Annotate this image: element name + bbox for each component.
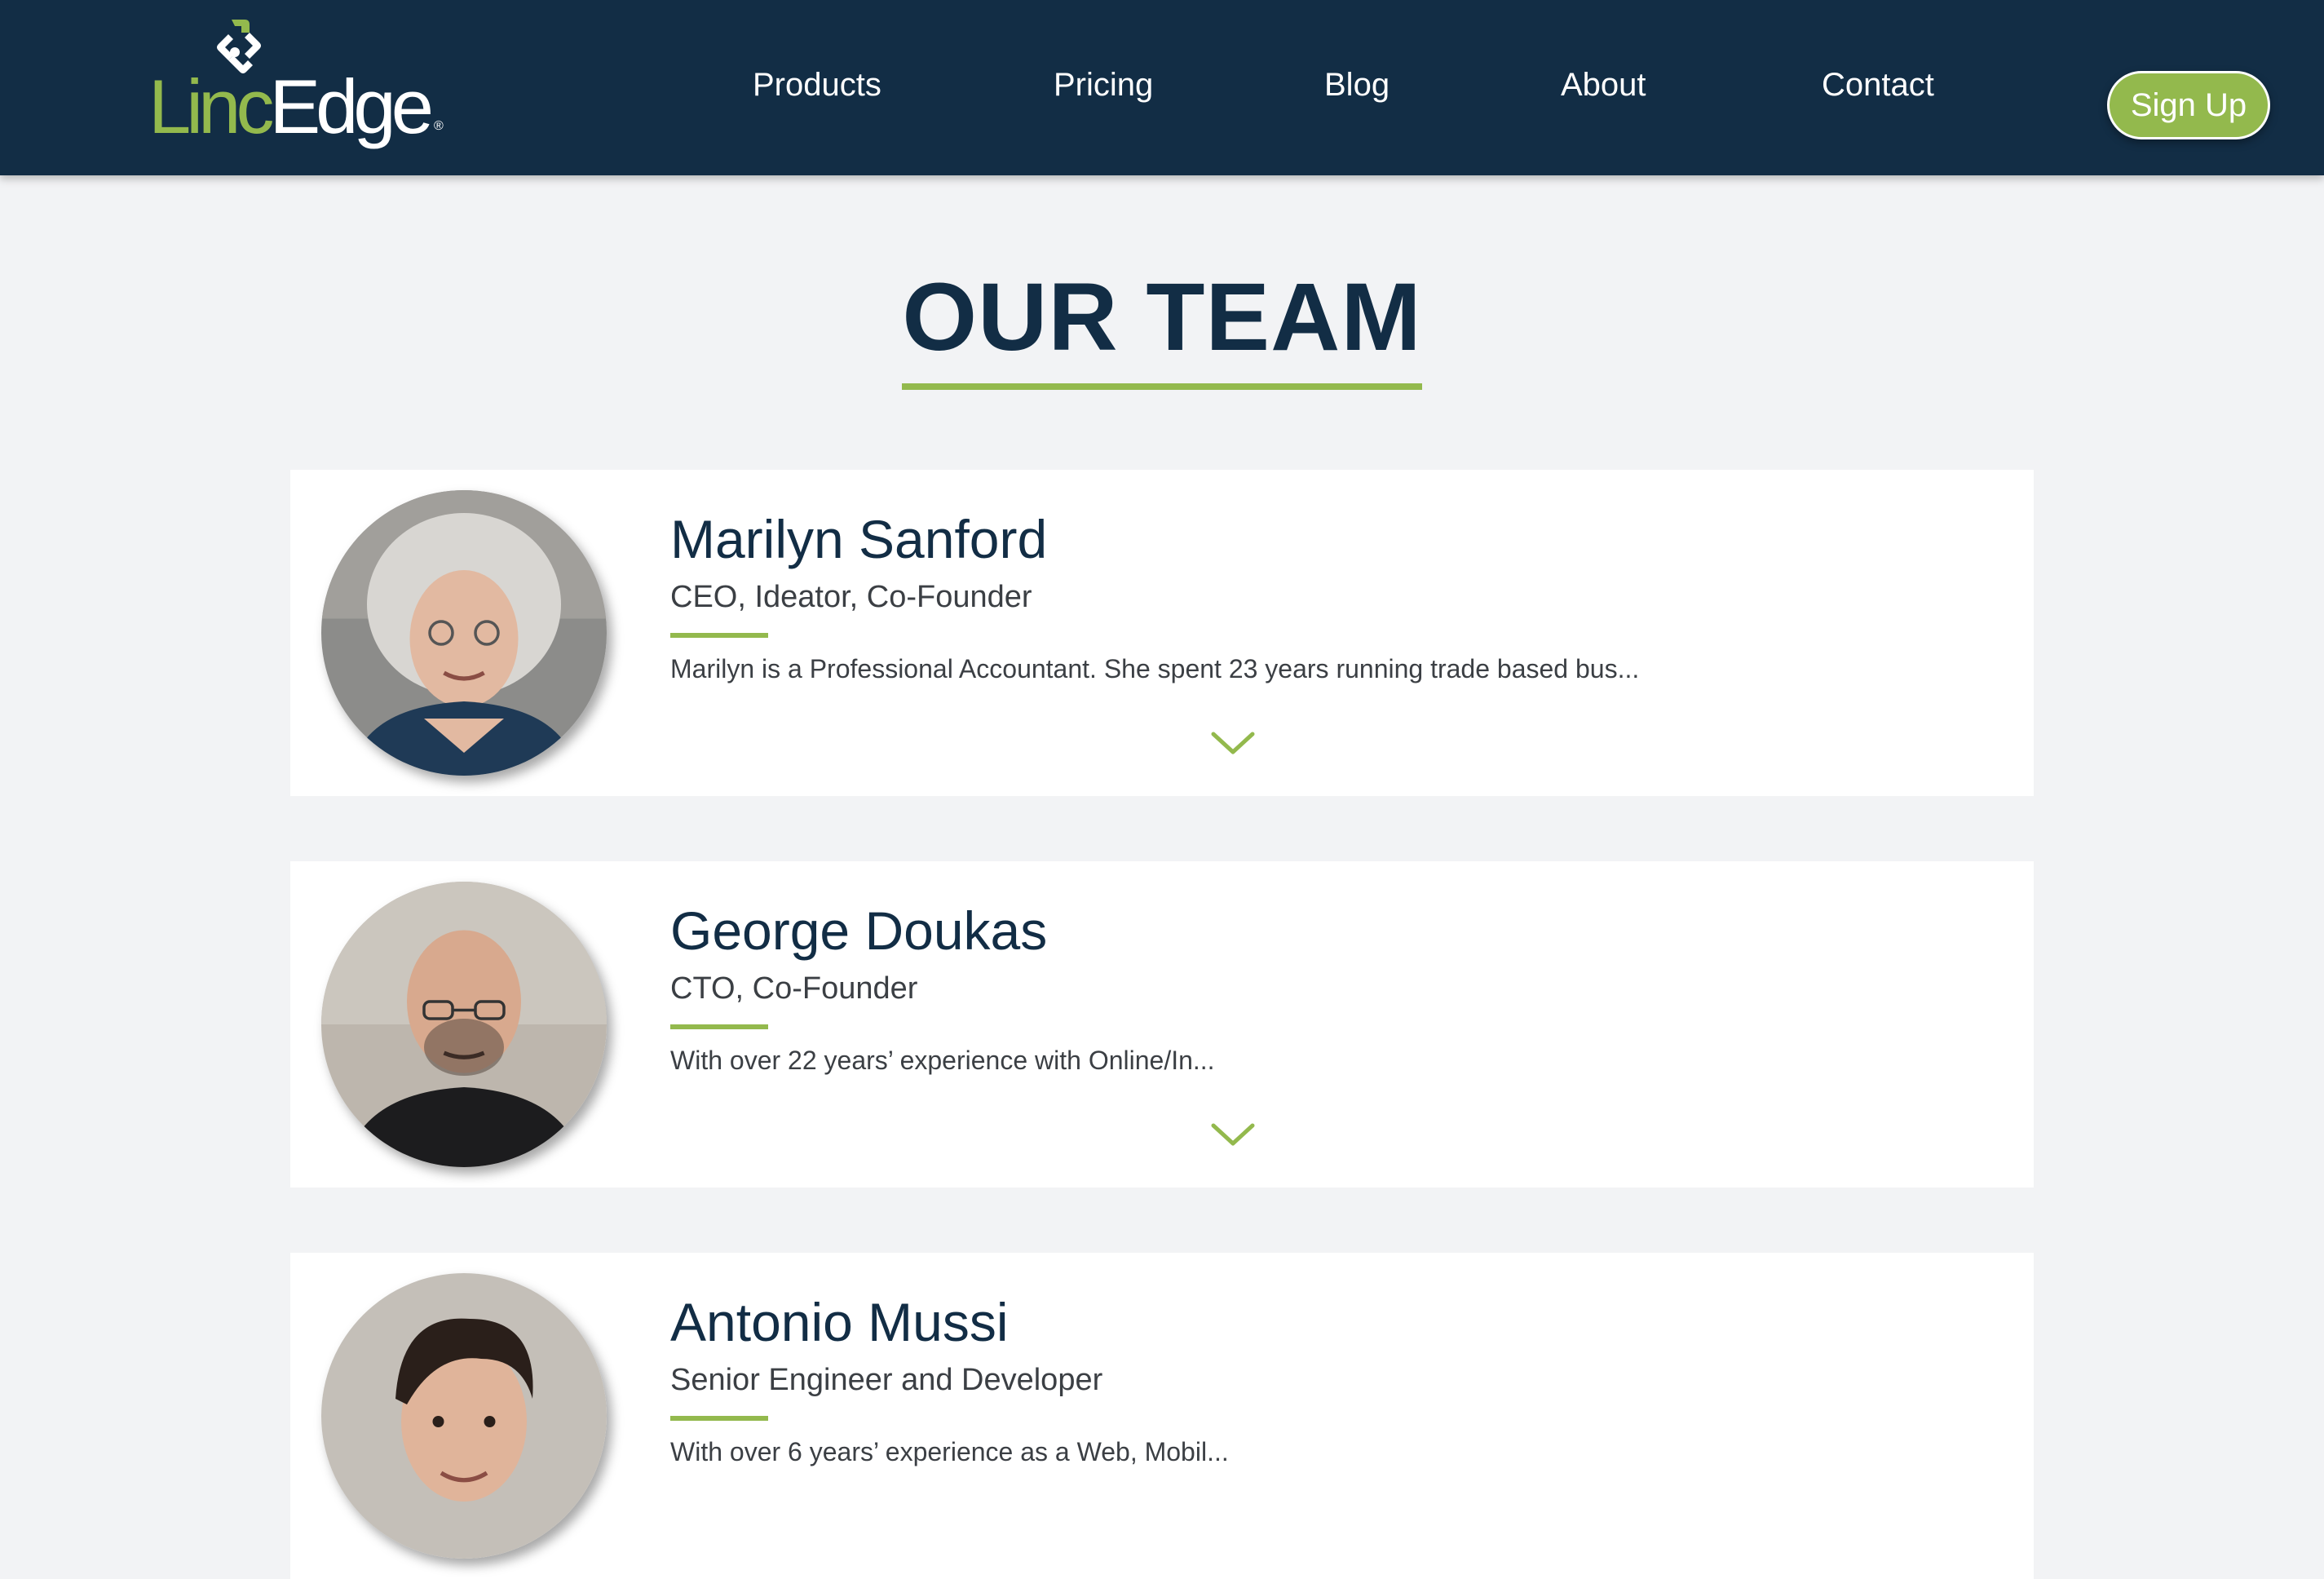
member-bio: With over 6 years’ experience as a Web, … [670, 1437, 1229, 1466]
logo-text-edge: Edge [269, 64, 434, 149]
member-name: George Doukas [670, 900, 1048, 961]
member-divider [670, 1416, 768, 1421]
person-photo-icon [321, 490, 607, 776]
member-name: Antonio Mussi [670, 1292, 1009, 1352]
lincedge-logo[interactable]: LincEdge ® [148, 15, 444, 161]
chevron-down-icon[interactable] [1210, 729, 1256, 755]
nav-contact[interactable]: Contact [1822, 62, 1934, 108]
nav-products[interactable]: Products [753, 62, 881, 108]
team-member-card: Antonio Mussi Senior Engineer and Develo… [290, 1253, 2034, 1579]
team-member-card: Marilyn Sanford CEO, Ideator, Co-Founder… [290, 470, 2034, 796]
chevron-down-icon[interactable] [1210, 1121, 1256, 1147]
sign-up-button[interactable]: Sign Up [2107, 71, 2270, 139]
member-bio: With over 22 years’ experience with Onli… [670, 1046, 1215, 1075]
site-header: LincEdge ® Products Pricing Blog About Co… [0, 0, 2324, 175]
logo-wordmark: LincEdge ® [148, 69, 444, 145]
logo-registered-mark: ® [434, 119, 444, 133]
page-title: OUR TEAM [902, 269, 1422, 390]
member-photo [321, 490, 607, 776]
member-role: CEO, Ideator, Co-Founder [670, 580, 1032, 614]
person-photo-icon [321, 1273, 607, 1559]
nav-blog[interactable]: Blog [1324, 62, 1390, 108]
member-bio: Marilyn is a Professional Accountant. Sh… [670, 654, 1640, 683]
member-photo [321, 1273, 607, 1559]
member-divider [670, 1024, 768, 1029]
nav-pricing[interactable]: Pricing [1054, 62, 1153, 108]
member-divider [670, 633, 768, 638]
member-name: Marilyn Sanford [670, 509, 1048, 569]
member-role: CTO, Co-Founder [670, 971, 918, 1006]
logo-text-linc: Linc [148, 64, 274, 149]
member-role: Senior Engineer and Developer [670, 1363, 1103, 1397]
nav-about[interactable]: About [1561, 62, 1646, 108]
team-member-card: George Doukas CTO, Co-Founder With over … [290, 861, 2034, 1188]
member-photo [321, 882, 607, 1167]
section-title-wrapper: OUR TEAM [0, 269, 2324, 390]
person-photo-icon [321, 882, 607, 1167]
